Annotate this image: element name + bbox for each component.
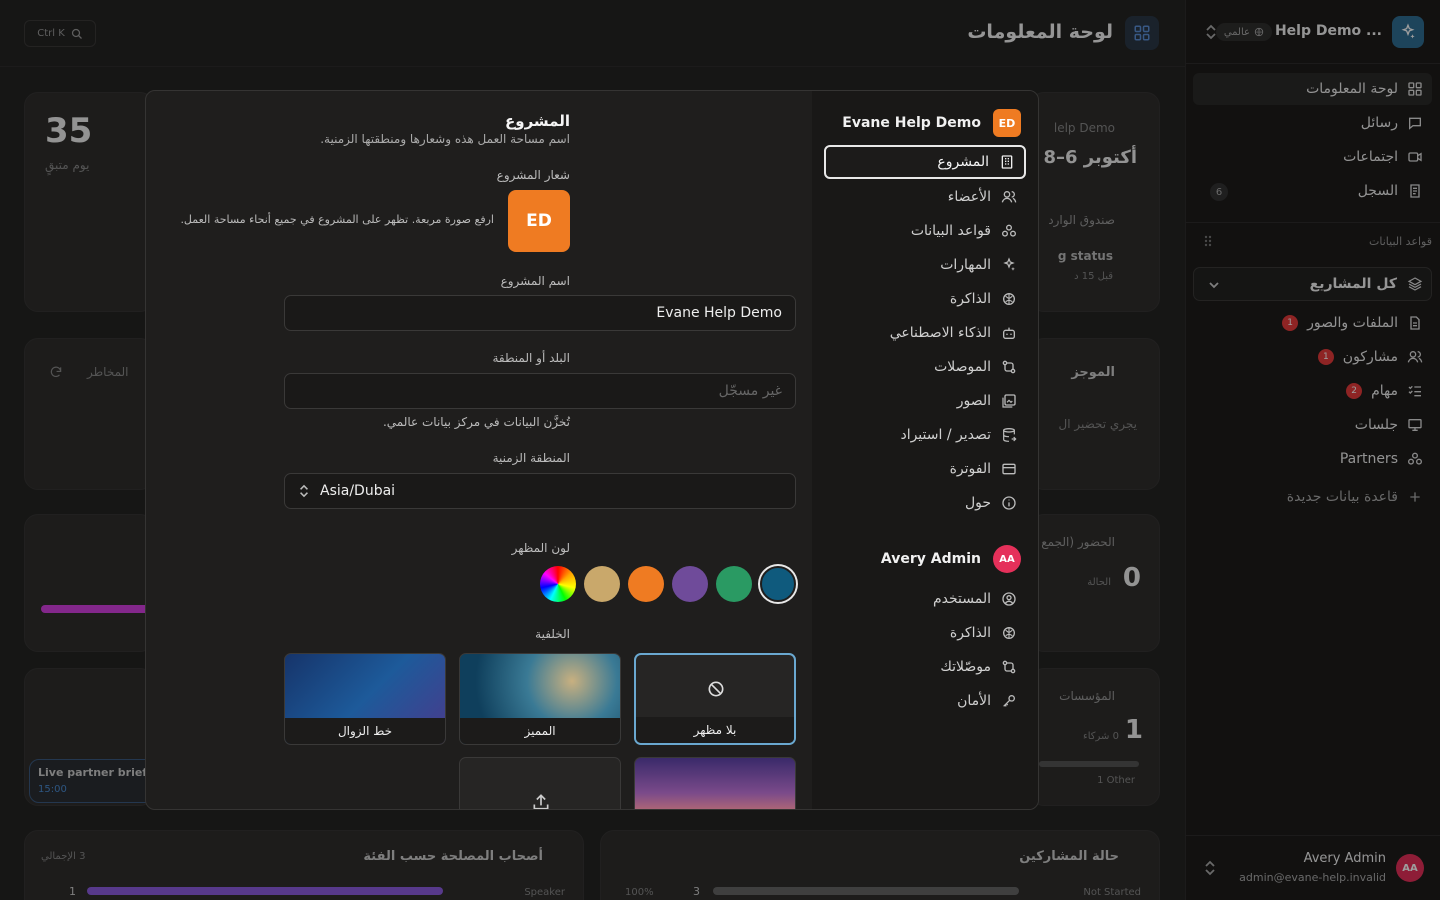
settings-item-ai[interactable]: الذكاء الاصطناعي bbox=[824, 316, 1026, 350]
color-swatch-orange[interactable] bbox=[628, 566, 664, 602]
logo-hint: ارفع صورة مربعة. تظهر على المشروع في جمي… bbox=[180, 213, 494, 226]
background-label: الخلفية bbox=[535, 627, 570, 641]
timezone-value: Asia/Dubai bbox=[320, 483, 396, 499]
settings-item-label: الذكاء الاصطناعي bbox=[889, 325, 991, 341]
settings-item-export-import[interactable]: تصدير / استيراد bbox=[824, 418, 1026, 452]
connector-icon bbox=[1002, 360, 1016, 374]
key-icon bbox=[1003, 695, 1015, 707]
upload-icon bbox=[533, 794, 549, 809]
background-caption: خط الزوال bbox=[285, 718, 445, 744]
chevron-updown-icon bbox=[300, 484, 308, 498]
settings-item-security[interactable]: الأمان bbox=[824, 684, 1026, 718]
region-label: البلد أو المنطقة bbox=[492, 351, 570, 365]
user-header-label: Avery Admin bbox=[880, 551, 981, 567]
sparkle-icon bbox=[1003, 257, 1015, 271]
settings-item-label: موصّلاتك bbox=[940, 659, 991, 675]
background-meridian-tile[interactable]: خط الزوال bbox=[284, 653, 446, 745]
settings-item-images[interactable]: الصور bbox=[824, 384, 1026, 418]
settings-item-members[interactable]: الأعضاء bbox=[824, 180, 1026, 214]
building-icon bbox=[1001, 155, 1013, 169]
info-icon bbox=[1002, 496, 1016, 510]
brain-icon bbox=[1003, 293, 1015, 305]
logo-label: شعار المشروع bbox=[496, 168, 570, 182]
name-label: اسم المشروع bbox=[500, 274, 570, 288]
settings-item-label: المهارات bbox=[940, 257, 991, 273]
background-caption: بلا مظهر bbox=[636, 717, 794, 743]
members-icon bbox=[1001, 191, 1017, 203]
settings-item-user-connectors[interactable]: موصّلاتك bbox=[824, 650, 1026, 684]
region-select[interactable]: غير مسجّل bbox=[284, 373, 796, 409]
background-featured-tile[interactable]: المميز bbox=[459, 653, 621, 745]
settings-item-about[interactable]: حول bbox=[824, 486, 1026, 520]
user-avatar: AA bbox=[993, 545, 1021, 573]
settings-item-databases[interactable]: قواعد البيانات bbox=[824, 214, 1026, 248]
custom-color-picker[interactable] bbox=[540, 566, 576, 602]
settings-item-label: الفوترة bbox=[949, 461, 991, 477]
settings-item-label: قواعد البيانات bbox=[910, 223, 991, 239]
card-icon bbox=[1002, 463, 1016, 475]
project-settings-header: ED Evane Help Demo bbox=[842, 109, 1021, 137]
export-icon bbox=[1003, 428, 1017, 442]
settings-item-memory[interactable]: الذاكرة bbox=[824, 282, 1026, 316]
timezone-label: المنطقة الزمنية bbox=[492, 451, 570, 465]
section-title: المشروع bbox=[505, 112, 570, 130]
user-settings-header: AA Avery Admin bbox=[881, 545, 1021, 573]
settings-item-label: الموصلات bbox=[934, 359, 991, 375]
settings-item-label: المستخدم bbox=[932, 591, 991, 607]
images-icon bbox=[1002, 394, 1016, 408]
connector-icon bbox=[1002, 660, 1016, 674]
timezone-select[interactable]: Asia/Dubai bbox=[284, 473, 796, 509]
settings-item-label: الذاكرة bbox=[949, 625, 991, 641]
project-header-label: Evane Help Demo bbox=[842, 115, 981, 131]
settings-item-skills[interactable]: المهارات bbox=[824, 248, 1026, 282]
brain-icon bbox=[1003, 627, 1015, 639]
color-swatch-green[interactable] bbox=[716, 566, 752, 602]
project-logo: ED bbox=[993, 109, 1021, 137]
color-swatch-blue[interactable] bbox=[760, 566, 796, 602]
settings-item-user[interactable]: المستخدم bbox=[824, 582, 1026, 616]
user-circle-icon bbox=[1002, 592, 1016, 606]
background-sunset-tile[interactable] bbox=[634, 757, 796, 809]
settings-item-project[interactable]: المشروع bbox=[824, 145, 1026, 179]
background-caption: المميز bbox=[460, 718, 620, 744]
theme-color-label: لون المظهر bbox=[511, 541, 570, 555]
settings-item-label: الذاكرة bbox=[949, 291, 991, 307]
databases-icon bbox=[1002, 224, 1016, 237]
settings-nav: ED Evane Help Demo المشروع الأعضاء قواعد… bbox=[812, 91, 1038, 809]
settings-item-billing[interactable]: الفوترة bbox=[824, 452, 1026, 486]
region-placeholder: غير مسجّل bbox=[718, 383, 782, 399]
color-swatch-tan[interactable] bbox=[584, 566, 620, 602]
settings-item-label: المشروع bbox=[937, 154, 989, 170]
logo-upload[interactable]: ED bbox=[508, 190, 570, 252]
ban-icon bbox=[708, 681, 724, 697]
settings-modal: ED Evane Help Demo المشروع الأعضاء قواعد… bbox=[145, 90, 1039, 810]
settings-item-user-memory[interactable]: الذاكرة bbox=[824, 616, 1026, 650]
section-subtitle: اسم مساحة العمل هذه وشعارها ومنطقتها الز… bbox=[320, 132, 570, 146]
project-name-input[interactable]: Evane Help Demo bbox=[284, 295, 796, 331]
settings-item-label: الأمان bbox=[957, 693, 991, 709]
settings-item-connectors[interactable]: الموصلات bbox=[824, 350, 1026, 384]
settings-item-label: الصور bbox=[956, 393, 991, 409]
region-hint: تُخزَّن البيانات في مركز بيانات عالمي. bbox=[382, 415, 570, 429]
settings-item-label: تصدير / استيراد bbox=[900, 427, 991, 443]
project-name-value: Evane Help Demo bbox=[656, 305, 782, 321]
background-upload-tile[interactable] bbox=[459, 757, 621, 809]
color-swatch-purple[interactable] bbox=[672, 566, 708, 602]
settings-item-label: الأعضاء bbox=[947, 189, 991, 205]
background-none-tile[interactable]: بلا مظهر bbox=[634, 653, 796, 745]
settings-item-label: حول bbox=[964, 495, 991, 511]
settings-content: المشروع اسم مساحة العمل هذه وشعارها ومنط… bbox=[146, 91, 814, 809]
bot-icon bbox=[1003, 327, 1015, 339]
